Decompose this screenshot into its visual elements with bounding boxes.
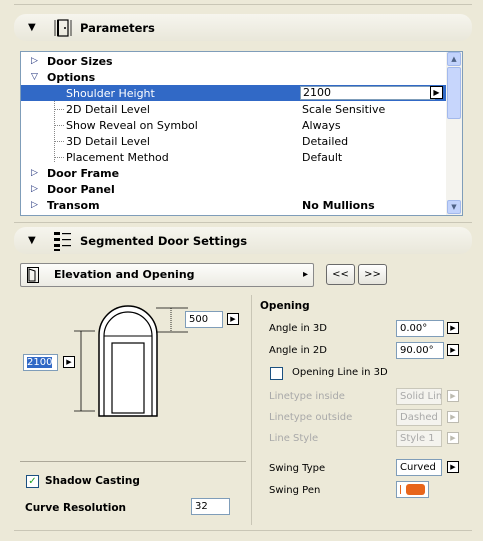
param-label: Placement Method	[66, 150, 169, 164]
angle-3d-arrow-button[interactable]: ▶	[447, 322, 459, 334]
list-row-placement-method[interactable]: Placement Method Default	[21, 149, 447, 165]
group-label: Door Sizes	[47, 54, 113, 68]
list-row-transom[interactable]: ▷ Transom No Mullions	[21, 197, 447, 213]
linetype-outside-field[interactable]: Dashed	[396, 409, 442, 426]
list-row-2d-detail[interactable]: 2D Detail Level Scale Sensitive	[21, 101, 447, 117]
shoulder-height-value: 2100	[27, 357, 53, 368]
segmented-section-header[interactable]: ▼ Segmented Door Settings	[14, 227, 472, 254]
panel-vertical-divider	[251, 295, 252, 525]
linetype-inside-field[interactable]: Solid Line	[396, 388, 442, 405]
expand-triangle-icon[interactable]: ▷	[31, 168, 38, 178]
door-elevation-preview	[63, 303, 193, 421]
expand-triangle-icon[interactable]: ▷	[31, 56, 38, 66]
scroll-thumb[interactable]	[447, 67, 461, 119]
parameters-title: Parameters	[80, 20, 155, 35]
section-divider	[14, 222, 472, 223]
line-style-arrow-button[interactable]: ▶	[447, 432, 459, 444]
expand-triangle-icon[interactable]: ▷	[31, 184, 38, 194]
linetype-outside-arrow-button[interactable]: ▶	[447, 411, 459, 423]
shoulder-height-input[interactable]: 2100	[300, 86, 435, 100]
angle-2d-label: Angle in 2D	[269, 345, 327, 356]
param-label: 3D Detail Level	[66, 134, 150, 148]
shadow-casting-checkbox[interactable]: ✓	[26, 475, 39, 488]
list-row-shoulder-height[interactable]: Shoulder Height 2100 ▶	[21, 85, 447, 101]
list-row-show-reveal[interactable]: Show Reveal on Symbol Always	[21, 117, 447, 133]
door-page-icon	[27, 267, 39, 283]
linetype-outside-label: Linetype outside	[269, 412, 353, 423]
shoulder-height-field[interactable]: 2100	[23, 354, 58, 371]
collapse-triangle-icon[interactable]: ▽	[31, 72, 38, 82]
param-value: Default	[302, 150, 343, 164]
list-row-options[interactable]: ▽ Options	[21, 69, 447, 85]
bottom-divider	[14, 530, 472, 531]
angle-2d-arrow-button[interactable]: ▶	[447, 344, 459, 356]
previous-page-button[interactable]: <<	[326, 264, 355, 285]
swing-pen-picker[interactable]	[396, 481, 429, 498]
swing-type-label: Swing Type	[269, 463, 326, 474]
list-row-door-frame[interactable]: ▷ Door Frame	[21, 165, 447, 181]
param-value: Detailed	[302, 134, 349, 148]
shadow-casting-label: Shadow Casting	[45, 475, 140, 487]
curve-resolution-input[interactable]: 32	[191, 498, 230, 515]
next-page-button[interactable]: >>	[358, 264, 387, 285]
opening-title: Opening	[260, 300, 310, 312]
line-style-label: Line Style	[269, 433, 319, 444]
curve-resolution-label: Curve Resolution	[25, 502, 127, 514]
group-label: Options	[47, 70, 96, 84]
line-style-field[interactable]: Style 1	[396, 430, 442, 447]
door-parameters-icon	[52, 17, 74, 39]
angle-3d-label: Angle in 3D	[269, 323, 327, 334]
param-label: Show Reveal on Symbol	[66, 118, 198, 132]
scroll-up-button[interactable]: ▲	[447, 52, 461, 66]
top-height-arrow-button[interactable]: ▶	[227, 313, 239, 325]
swing-pen-label: Swing Pen	[269, 485, 321, 496]
opening-line-3d-label: Opening Line in 3D	[292, 367, 388, 378]
swing-type-field[interactable]: Curved	[396, 459, 442, 476]
parameter-list[interactable]: ▷ Door Sizes ▽ Options Shoulder Height 2…	[20, 51, 463, 216]
list-row-door-sizes[interactable]: ▷ Door Sizes	[21, 53, 447, 69]
angle-3d-input[interactable]: 0.00°	[396, 320, 444, 337]
dropdown-arrow-icon: ▸	[303, 269, 309, 280]
param-value: Scale Sensitive	[302, 102, 386, 116]
group-label: Door Frame	[47, 166, 120, 180]
scroll-down-button[interactable]: ▼	[447, 200, 461, 214]
param-value: Always	[302, 118, 341, 132]
page-selector-label: Elevation and Opening	[54, 268, 195, 281]
pen-color-swatch	[406, 484, 425, 495]
group-label: Door Panel	[47, 182, 115, 196]
group-label: Transom	[47, 198, 100, 212]
list-row-3d-detail[interactable]: 3D Detail Level Detailed	[21, 133, 447, 149]
parameters-section-header[interactable]: ▼ Parameters	[14, 14, 472, 41]
param-label: 2D Detail Level	[66, 102, 150, 116]
swing-type-arrow-button[interactable]: ▶	[447, 461, 459, 473]
linetype-inside-label: Linetype inside	[269, 391, 345, 402]
segmented-title: Segmented Door Settings	[80, 233, 248, 248]
page-selector-dropdown[interactable]: Elevation and Opening ▸	[20, 263, 314, 287]
expand-triangle-icon[interactable]: ▷	[31, 200, 38, 210]
opening-line-3d-checkbox[interactable]	[270, 367, 283, 380]
list-row-door-panel[interactable]: ▷ Door Panel	[21, 181, 447, 197]
linetype-inside-arrow-button[interactable]: ▶	[447, 390, 459, 402]
param-label: Shoulder Height	[66, 86, 155, 100]
vertical-scrollbar[interactable]: ▲ ▼	[446, 52, 462, 215]
collapse-triangle-icon[interactable]: ▼	[28, 235, 46, 246]
value-arrow-button[interactable]: ▶	[430, 86, 443, 99]
top-divider	[14, 4, 472, 5]
segmented-door-icon	[52, 230, 74, 252]
collapse-triangle-icon[interactable]: ▼	[28, 22, 46, 33]
pen-marker	[400, 485, 401, 494]
angle-2d-input[interactable]: 90.00°	[396, 342, 444, 359]
shoulder-height-arrow-button[interactable]: ▶	[63, 356, 75, 368]
left-panel-divider	[20, 461, 246, 462]
top-height-input[interactable]: 500	[185, 311, 223, 328]
param-value: No Mullions	[302, 198, 375, 212]
